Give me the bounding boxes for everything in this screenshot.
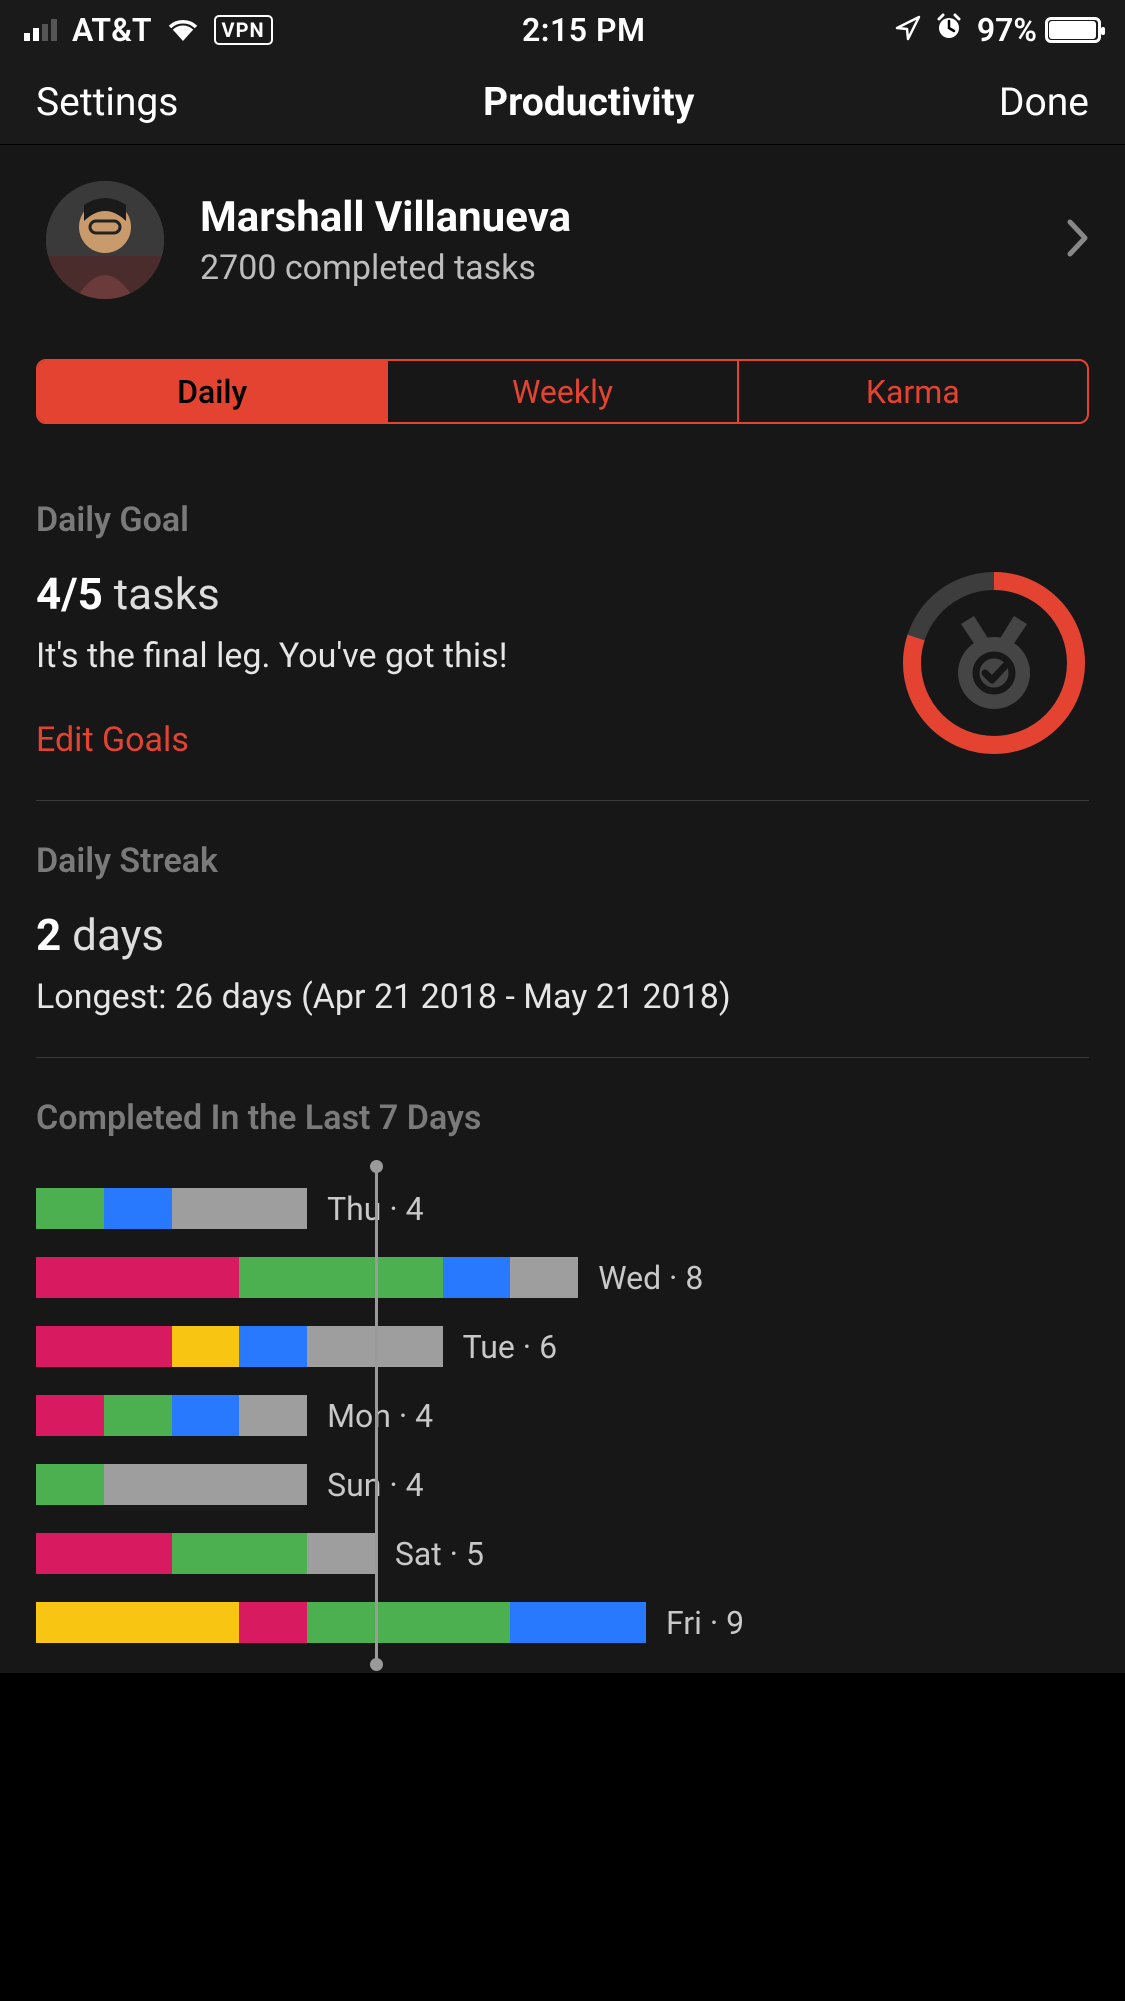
- daily-goal-section: Daily Goal 4/5 tasks It's the final leg.…: [36, 460, 1089, 800]
- settings-button[interactable]: Settings: [36, 79, 178, 125]
- chart-section: Completed In the Last 7 Days Thu · 4 Wed …: [36, 1057, 1089, 1673]
- daily-goal-message: It's the final leg. You've got this!: [36, 636, 869, 676]
- location-icon: [895, 11, 921, 49]
- bar-segment: [36, 1533, 172, 1574]
- status-left: AT&T VPN: [24, 11, 273, 49]
- daily-streak-title: Daily Streak: [36, 841, 1089, 881]
- edit-goals-button[interactable]: Edit Goals: [36, 720, 869, 760]
- bar-track: [36, 1395, 307, 1436]
- chart-area: Thu · 4 Wed · 8 Tue · 6 Mon · 4 Sun · 4 Sat ·…: [36, 1188, 1089, 1643]
- battery-icon: [1045, 17, 1101, 43]
- battery-percent: 97%: [977, 11, 1037, 49]
- bar-segment: [104, 1188, 172, 1229]
- daily-goal-count: 4/5 tasks: [36, 568, 869, 620]
- bar-row: Wed · 8: [36, 1257, 1089, 1298]
- alarm-icon: [935, 11, 963, 49]
- bar-track: [36, 1533, 375, 1574]
- wifi-icon: [166, 11, 200, 49]
- bar-segment: [36, 1326, 172, 1367]
- progress-ring: [899, 568, 1089, 758]
- bar-segment: [443, 1257, 511, 1298]
- bar-label: Wed · 8: [598, 1259, 703, 1297]
- bar-segment: [36, 1188, 104, 1229]
- bar-segment: [172, 1395, 240, 1436]
- chevron-right-icon: [1067, 219, 1089, 261]
- bar-segment: [239, 1602, 307, 1643]
- bar-segment: [104, 1395, 172, 1436]
- carrier-label: AT&T: [72, 11, 152, 49]
- segment-karma[interactable]: Karma: [739, 361, 1087, 422]
- bar-row: Fri · 9: [36, 1602, 1089, 1643]
- goal-line: [375, 1166, 378, 1665]
- status-right: 97%: [895, 11, 1101, 49]
- medal-icon: [958, 616, 1030, 709]
- content: Marshall Villanueva 2700 completed tasks…: [0, 145, 1125, 1673]
- segment-weekly[interactable]: Weekly: [388, 361, 738, 422]
- daily-streak-longest: Longest: 26 days (Apr 21 2018 - May 21 2…: [36, 977, 1089, 1017]
- bar-track: [36, 1464, 307, 1505]
- bar-segment: [172, 1326, 240, 1367]
- profile-row[interactable]: Marshall Villanueva 2700 completed tasks: [0, 145, 1125, 359]
- daily-goal-title: Daily Goal: [36, 500, 1089, 540]
- bar-segment: [239, 1326, 307, 1367]
- segmented-control: DailyWeeklyKarma: [36, 359, 1089, 424]
- status-time: 2:15 PM: [522, 11, 646, 49]
- daily-streak-section: Daily Streak 2 days Longest: 26 days (Ap…: [36, 800, 1089, 1057]
- bar-segment: [36, 1464, 104, 1505]
- vpn-badge: VPN: [214, 15, 273, 45]
- bar-track: [36, 1257, 578, 1298]
- bar-segment: [510, 1257, 578, 1298]
- bar-segment: [239, 1257, 442, 1298]
- daily-streak-count: 2 days: [36, 909, 1089, 961]
- status-bar: AT&T VPN 2:15 PM 97%: [0, 0, 1125, 60]
- battery-indicator: 97%: [977, 11, 1101, 49]
- nav-bar: Settings Productivity Done: [0, 60, 1125, 145]
- chart-title: Completed In the Last 7 Days: [36, 1098, 1089, 1138]
- bar-segment: [36, 1602, 239, 1643]
- bar-label: Tue · 6: [463, 1328, 557, 1366]
- segment-daily[interactable]: Daily: [38, 361, 388, 422]
- bar-label: Mon · 4: [327, 1397, 433, 1435]
- bar-label: Sat · 5: [395, 1535, 484, 1573]
- avatar: [46, 181, 164, 299]
- bar-segment: [239, 1395, 307, 1436]
- bar-track: [36, 1602, 646, 1643]
- bar-segment: [307, 1533, 375, 1574]
- bar-segment: [510, 1602, 646, 1643]
- bar-segment: [172, 1188, 308, 1229]
- bar-segment: [36, 1395, 104, 1436]
- bar-segment: [307, 1602, 510, 1643]
- bar-track: [36, 1326, 443, 1367]
- bar-track: [36, 1188, 307, 1229]
- bar-row: Mon · 4: [36, 1395, 1089, 1436]
- bar-segment: [172, 1533, 308, 1574]
- page-title: Productivity: [483, 79, 694, 125]
- profile-subtitle: 2700 completed tasks: [200, 248, 1031, 288]
- bar-row: Sun · 4: [36, 1464, 1089, 1505]
- bar-row: Thu · 4: [36, 1188, 1089, 1229]
- profile-name: Marshall Villanueva: [200, 193, 1031, 242]
- bar-row: Sat · 5: [36, 1533, 1089, 1574]
- bar-segment: [104, 1464, 307, 1505]
- profile-text: Marshall Villanueva 2700 completed tasks: [200, 193, 1031, 288]
- done-button[interactable]: Done: [999, 79, 1089, 125]
- bar-segment: [36, 1257, 239, 1298]
- signal-icon: [24, 11, 58, 49]
- bar-label: Fri · 9: [666, 1604, 744, 1642]
- bar-row: Tue · 6: [36, 1326, 1089, 1367]
